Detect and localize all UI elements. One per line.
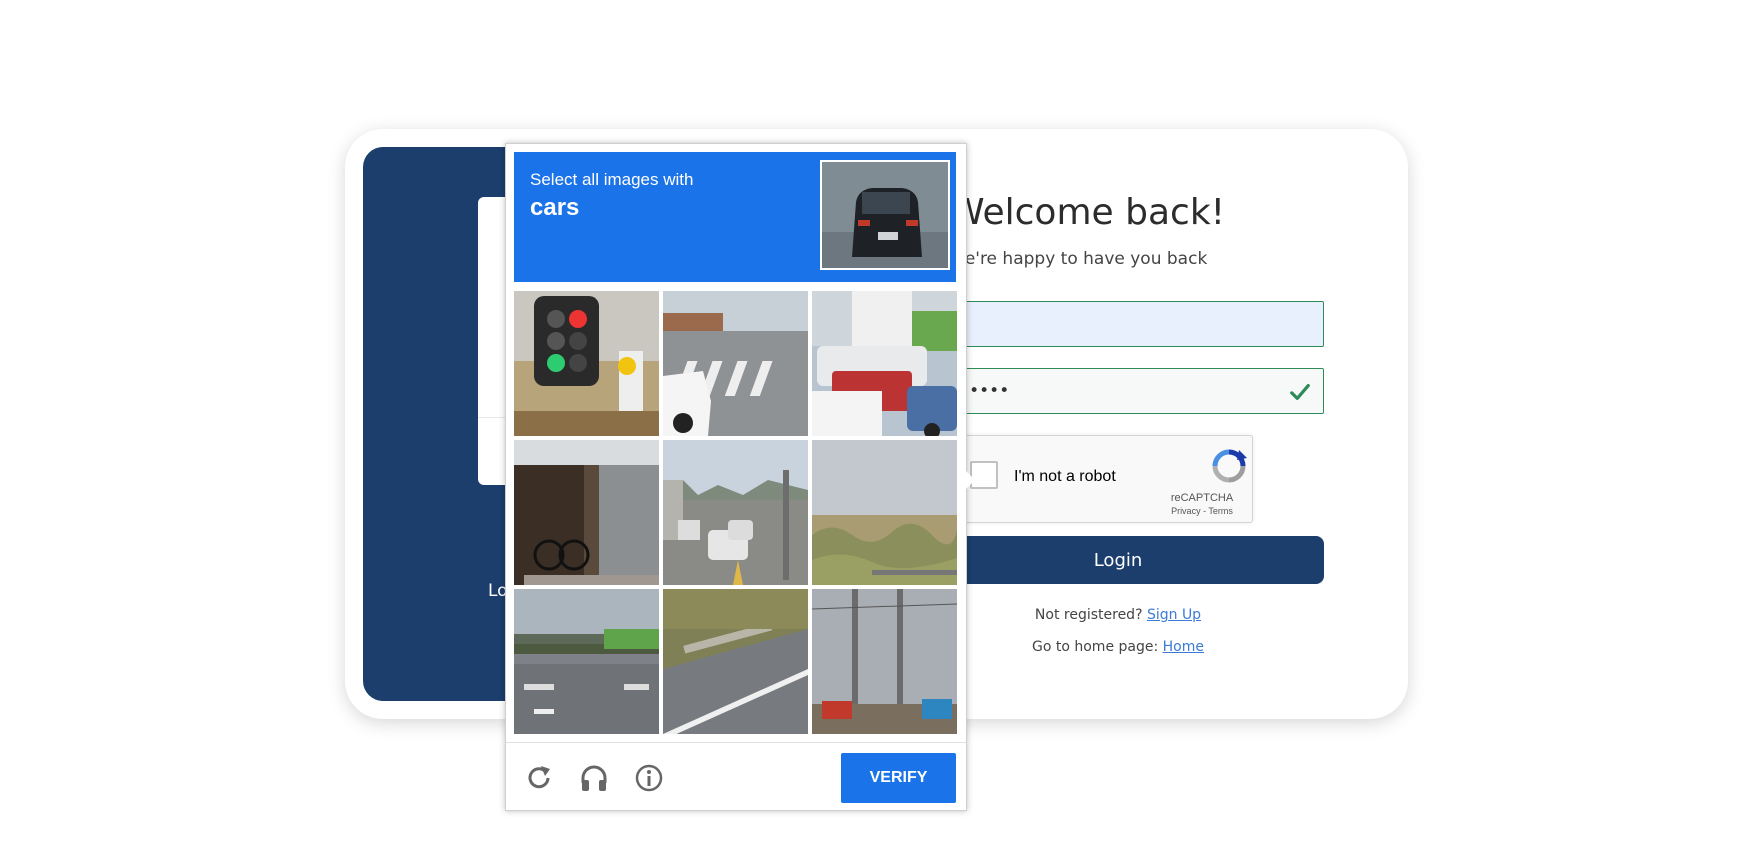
challenge-tile-6[interactable] (812, 440, 957, 585)
recaptcha-checkbox-label: I'm not a robot (1014, 468, 1116, 485)
welcome-subtitle: We're happy to have you back (949, 249, 1208, 269)
recaptcha-challenge: Select all images with cars VERIFY (505, 143, 975, 811)
password-field[interactable] (912, 368, 1324, 414)
challenge-tile-9[interactable] (812, 589, 957, 734)
challenge-tile-4[interactable] (514, 440, 659, 585)
check-icon (1289, 381, 1311, 408)
challenge-footer: VERIFY (506, 742, 966, 811)
register-line: Not registered? Sign Up (912, 607, 1324, 623)
recaptcha-links: Privacy - Terms (1162, 506, 1242, 516)
password-input[interactable] (913, 369, 1323, 413)
info-icon[interactable] (634, 763, 664, 793)
challenge-grid (514, 291, 959, 734)
challenge-tile-8[interactable] (663, 589, 808, 734)
challenge-target: cars (530, 194, 580, 221)
challenge-tile-5[interactable] (663, 440, 808, 585)
not-registered-text: Not registered? (1034, 607, 1143, 623)
recaptcha-logo-icon (1211, 448, 1247, 489)
verify-button[interactable]: VERIFY (841, 753, 956, 803)
home-line: Go to home page: Home (912, 639, 1324, 655)
signup-link[interactable]: Sign Up (1147, 607, 1201, 623)
reload-icon[interactable] (524, 763, 554, 793)
terms-link[interactable]: Terms (1208, 506, 1233, 516)
username-field[interactable] (912, 301, 1324, 347)
login-button[interactable]: Login (912, 536, 1324, 584)
challenge-pointer (966, 471, 975, 489)
challenge-tile-2[interactable] (663, 291, 808, 436)
username-input[interactable] (913, 302, 1323, 346)
home-prefix-text: Go to home page: (1032, 639, 1159, 655)
challenge-tile-7[interactable] (514, 589, 659, 734)
challenge-instruction: Select all images with (530, 170, 694, 189)
privacy-link[interactable]: Privacy (1171, 506, 1201, 516)
challenge-tile-3[interactable] (812, 291, 957, 436)
challenge-tile-1[interactable] (514, 291, 659, 436)
recaptcha-brand: reCAPTCHA (1170, 492, 1234, 504)
welcome-title: Welcome back! (949, 192, 1226, 233)
headphones-icon[interactable] (579, 763, 609, 793)
challenge-sample-image (820, 160, 950, 270)
challenge-header: Select all images with cars (514, 152, 956, 282)
recaptcha-widget: I'm not a robot reCAPTCHA Privacy - Term… (945, 435, 1253, 523)
home-link[interactable]: Home (1163, 639, 1204, 655)
